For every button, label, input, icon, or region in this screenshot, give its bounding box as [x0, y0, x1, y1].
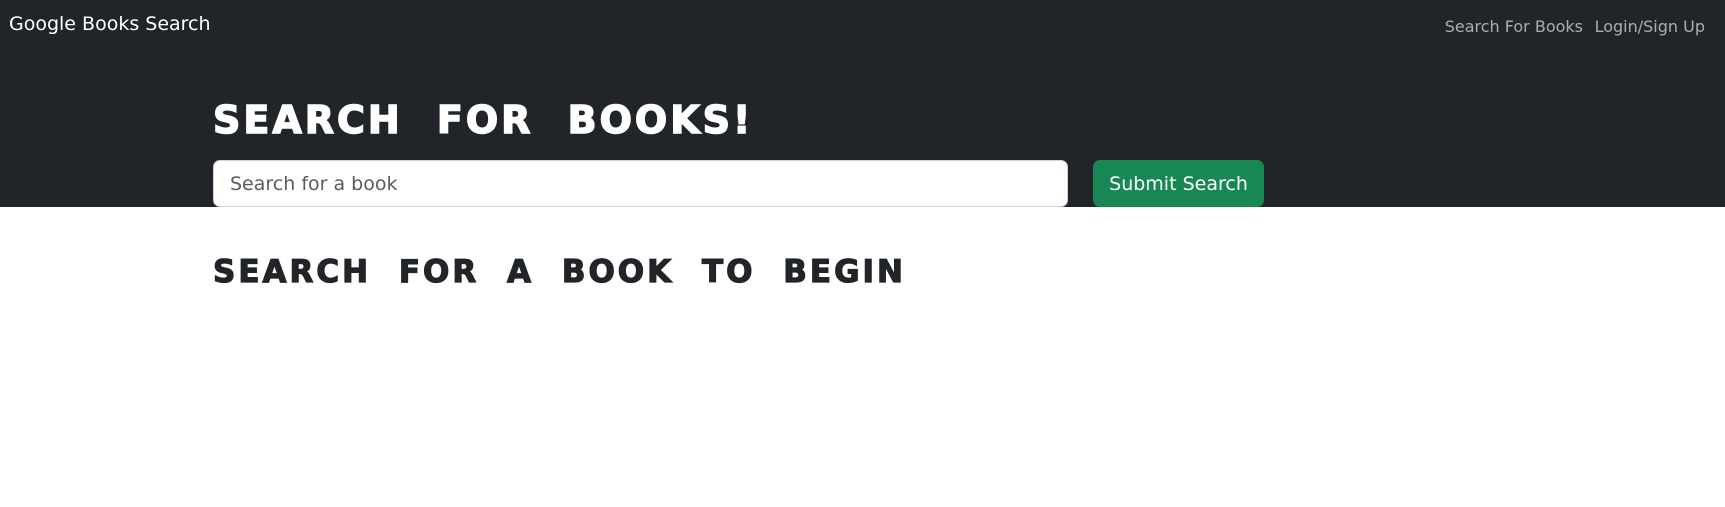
- nav-link-login-signup[interactable]: Login/Sign Up: [1595, 17, 1705, 36]
- submit-search-button[interactable]: Submit Search: [1093, 160, 1264, 207]
- results-heading: Search for a book to begin: [212, 253, 906, 290]
- search-input[interactable]: [213, 160, 1068, 207]
- nav-link-search-books[interactable]: Search For Books: [1445, 17, 1583, 36]
- page-title: Search for Books!: [212, 97, 754, 143]
- brand-link[interactable]: Google Books Search: [9, 13, 211, 35]
